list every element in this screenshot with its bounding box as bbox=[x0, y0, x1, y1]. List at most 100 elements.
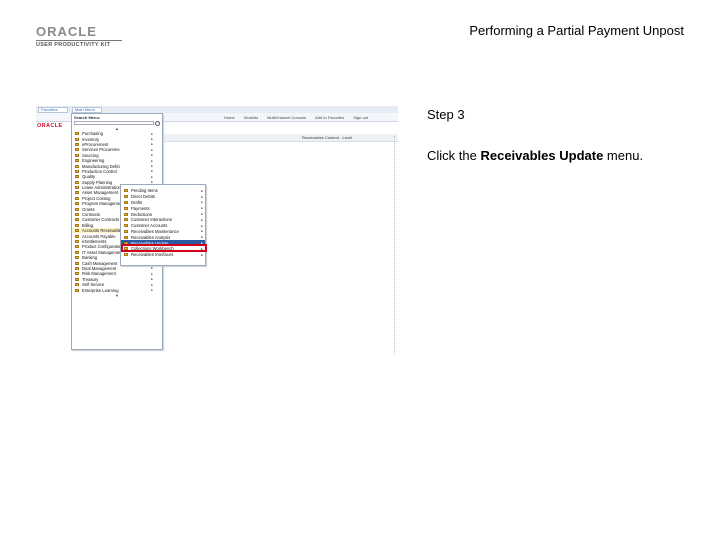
submenu-arrow-icon: ▸ bbox=[151, 266, 153, 271]
submenu-arrow-icon: ▸ bbox=[151, 131, 153, 136]
submenu-arrow-icon: ▸ bbox=[151, 169, 153, 174]
folder-icon bbox=[75, 142, 79, 146]
folder-icon bbox=[75, 234, 79, 238]
folder-icon bbox=[75, 250, 79, 254]
instruction-prefix: Click the bbox=[427, 148, 481, 163]
submenu-item-label: Customer Interactions bbox=[131, 217, 172, 223]
logo-wordmark: ORACLE bbox=[36, 24, 97, 39]
folder-icon bbox=[75, 191, 79, 195]
submenu-arrow-icon: ▸ bbox=[151, 137, 153, 142]
submenu-item-label: Pending Items bbox=[131, 188, 158, 194]
folder-icon bbox=[75, 180, 79, 184]
folder-icon bbox=[75, 164, 79, 168]
link-home[interactable]: Home bbox=[224, 115, 235, 120]
folder-icon bbox=[75, 213, 79, 217]
submenu-item-label: Customer Accounts bbox=[131, 223, 168, 229]
folder-icon bbox=[124, 212, 128, 216]
search-icon[interactable] bbox=[155, 121, 160, 126]
folder-icon bbox=[75, 277, 79, 281]
submenu-arrow-icon: ▸ bbox=[201, 235, 203, 240]
menu-search: Search Menu: bbox=[72, 114, 162, 126]
instruction-suffix: menu. bbox=[603, 148, 644, 163]
folder-icon bbox=[75, 288, 79, 292]
menu-search-label: Search Menu: bbox=[74, 115, 101, 120]
submenu-item-label: Receivables Interfaces bbox=[131, 252, 174, 258]
folder-icon bbox=[124, 224, 128, 228]
header-links: Home Worklist MultiChannel Console Add t… bbox=[224, 115, 376, 120]
submenu-arrow-icon: ▸ bbox=[201, 206, 203, 211]
accounts-receivable-submenu: Pending Items ▸ Direct Debits ▸ Drafts ▸ Payme… bbox=[120, 184, 206, 266]
logo-divider bbox=[36, 40, 122, 41]
folder-icon bbox=[75, 240, 79, 243]
submenu-arrow-icon: ▸ bbox=[201, 188, 203, 193]
submenu-arrow-icon: ▸ bbox=[201, 212, 203, 217]
submenu-arrow-icon: ▸ bbox=[151, 158, 153, 163]
submenu-item[interactable]: Receivables Interfaces ▸ bbox=[121, 252, 205, 258]
folder-icon bbox=[124, 235, 128, 239]
content-title: Receivables Content - Level bbox=[302, 135, 353, 140]
step-label: Step 3 bbox=[427, 107, 465, 122]
folder-icon bbox=[75, 169, 79, 173]
submenu-arrow-icon: ▸ bbox=[201, 194, 203, 199]
folder-icon bbox=[75, 202, 79, 206]
vertical-scrollbar[interactable] bbox=[394, 136, 397, 354]
folder-icon bbox=[75, 223, 79, 227]
application-screenshot: Favorites Main Menu ORACLE Home Worklist… bbox=[36, 106, 398, 354]
folder-icon bbox=[75, 245, 79, 249]
submenu-arrow-icon: ▸ bbox=[151, 153, 153, 158]
submenu-arrow-icon: ▸ bbox=[201, 223, 203, 228]
submenu-arrow-icon: ▸ bbox=[201, 200, 203, 205]
submenu-item-label: Deductions bbox=[131, 211, 152, 217]
submenu-item-label: Receivables Maintenance bbox=[131, 228, 179, 234]
submenu-arrow-icon: ▸ bbox=[151, 142, 153, 147]
folder-icon bbox=[75, 175, 79, 179]
submenu-item-label: Direct Debits bbox=[131, 194, 155, 200]
submenu-item-label: Receivables Analysis bbox=[131, 234, 171, 240]
scroll-down-icon[interactable]: ▼ bbox=[72, 293, 162, 298]
folder-icon bbox=[75, 229, 79, 233]
folder-icon bbox=[75, 186, 79, 190]
submenu-arrow-icon: ▸ bbox=[201, 229, 203, 234]
folder-icon bbox=[75, 196, 79, 200]
folder-icon bbox=[75, 207, 79, 211]
folder-icon bbox=[75, 132, 79, 136]
submenu-arrow-icon: ▸ bbox=[201, 252, 203, 257]
click-target-highlight bbox=[121, 244, 207, 252]
folder-icon bbox=[124, 218, 128, 222]
submenu-arrow-icon: ▸ bbox=[151, 282, 153, 287]
folder-icon bbox=[75, 137, 79, 141]
link-multichannel-console[interactable]: MultiChannel Console bbox=[267, 115, 306, 120]
submenu-arrow-icon: ▸ bbox=[151, 271, 153, 276]
folder-icon bbox=[75, 283, 79, 287]
submenu-item-label: Drafts bbox=[131, 199, 143, 205]
folder-icon bbox=[124, 206, 128, 210]
folder-icon bbox=[75, 153, 79, 157]
oracle-upk-logo: ORACLE USER PRODUCTIVITY KIT bbox=[36, 24, 126, 48]
app-brand-logo: ORACLE bbox=[37, 123, 63, 129]
submenu-arrow-icon: ▸ bbox=[151, 277, 153, 282]
instruction-target: Receivables Update bbox=[480, 148, 604, 163]
link-sign-out[interactable]: Sign out bbox=[353, 115, 368, 120]
submenu-arrow-icon: ▸ bbox=[151, 174, 153, 179]
folder-icon bbox=[124, 195, 128, 199]
folder-icon bbox=[75, 266, 79, 270]
folder-icon bbox=[124, 200, 128, 204]
folder-icon bbox=[124, 189, 128, 193]
main-menu-item[interactable]: Enterprise Learning ▸ bbox=[72, 287, 162, 293]
folder-icon bbox=[75, 218, 79, 222]
submenu-arrow-icon: ▸ bbox=[151, 164, 153, 169]
folder-icon bbox=[75, 256, 79, 260]
content-header-band bbox=[164, 134, 398, 142]
menu-search-input[interactable] bbox=[74, 121, 154, 125]
folder-icon bbox=[75, 148, 79, 152]
link-add-to-favorites[interactable]: Add to Favorites bbox=[315, 115, 344, 120]
folder-icon bbox=[124, 229, 128, 233]
submenu-item-label: Payments bbox=[131, 205, 150, 211]
folder-icon bbox=[124, 253, 128, 257]
top-tab-bar: Favorites Main Menu bbox=[36, 106, 398, 113]
submenu-arrow-icon: ▸ bbox=[201, 217, 203, 222]
submenu-arrow-icon: ▸ bbox=[151, 288, 153, 293]
folder-icon bbox=[75, 272, 79, 276]
document-title: Performing a Partial Payment Unpost bbox=[469, 23, 684, 38]
link-worklist[interactable]: Worklist bbox=[244, 115, 258, 120]
